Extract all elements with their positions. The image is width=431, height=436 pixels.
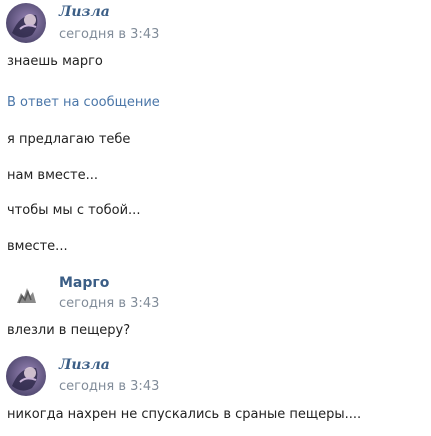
message-text: влезли в пещеру? — [7, 323, 131, 338]
avatar-margo[interactable] — [6, 274, 46, 314]
avatar-image — [17, 288, 36, 304]
post-author[interactable]: Марго — [59, 275, 109, 291]
post-author[interactable]: Лизла — [59, 4, 110, 20]
post-timestamp[interactable]: сегодня в 3:43 — [59, 379, 159, 394]
avatar-lizla[interactable] — [6, 3, 46, 43]
reply-link[interactable]: В ответ на сообщение — [7, 95, 160, 110]
post-timestamp[interactable]: сегодня в 3:43 — [59, 27, 159, 42]
message-text: нам вместе... — [7, 168, 98, 183]
message-text: никогда нахрен не спускались в сраные пе… — [7, 407, 362, 422]
avatar-image — [6, 356, 46, 396]
post-author[interactable]: Лизла — [59, 357, 110, 373]
avatar-lizla[interactable] — [6, 356, 46, 396]
avatar-image — [6, 3, 46, 43]
message-text: знаешь марго — [7, 54, 103, 69]
message-text: я предлагаю тебе — [7, 132, 131, 147]
post-timestamp[interactable]: сегодня в 3:43 — [59, 296, 159, 311]
message-text: чтобы мы с тобой... — [7, 203, 141, 218]
message-text: вместе... — [7, 239, 68, 254]
